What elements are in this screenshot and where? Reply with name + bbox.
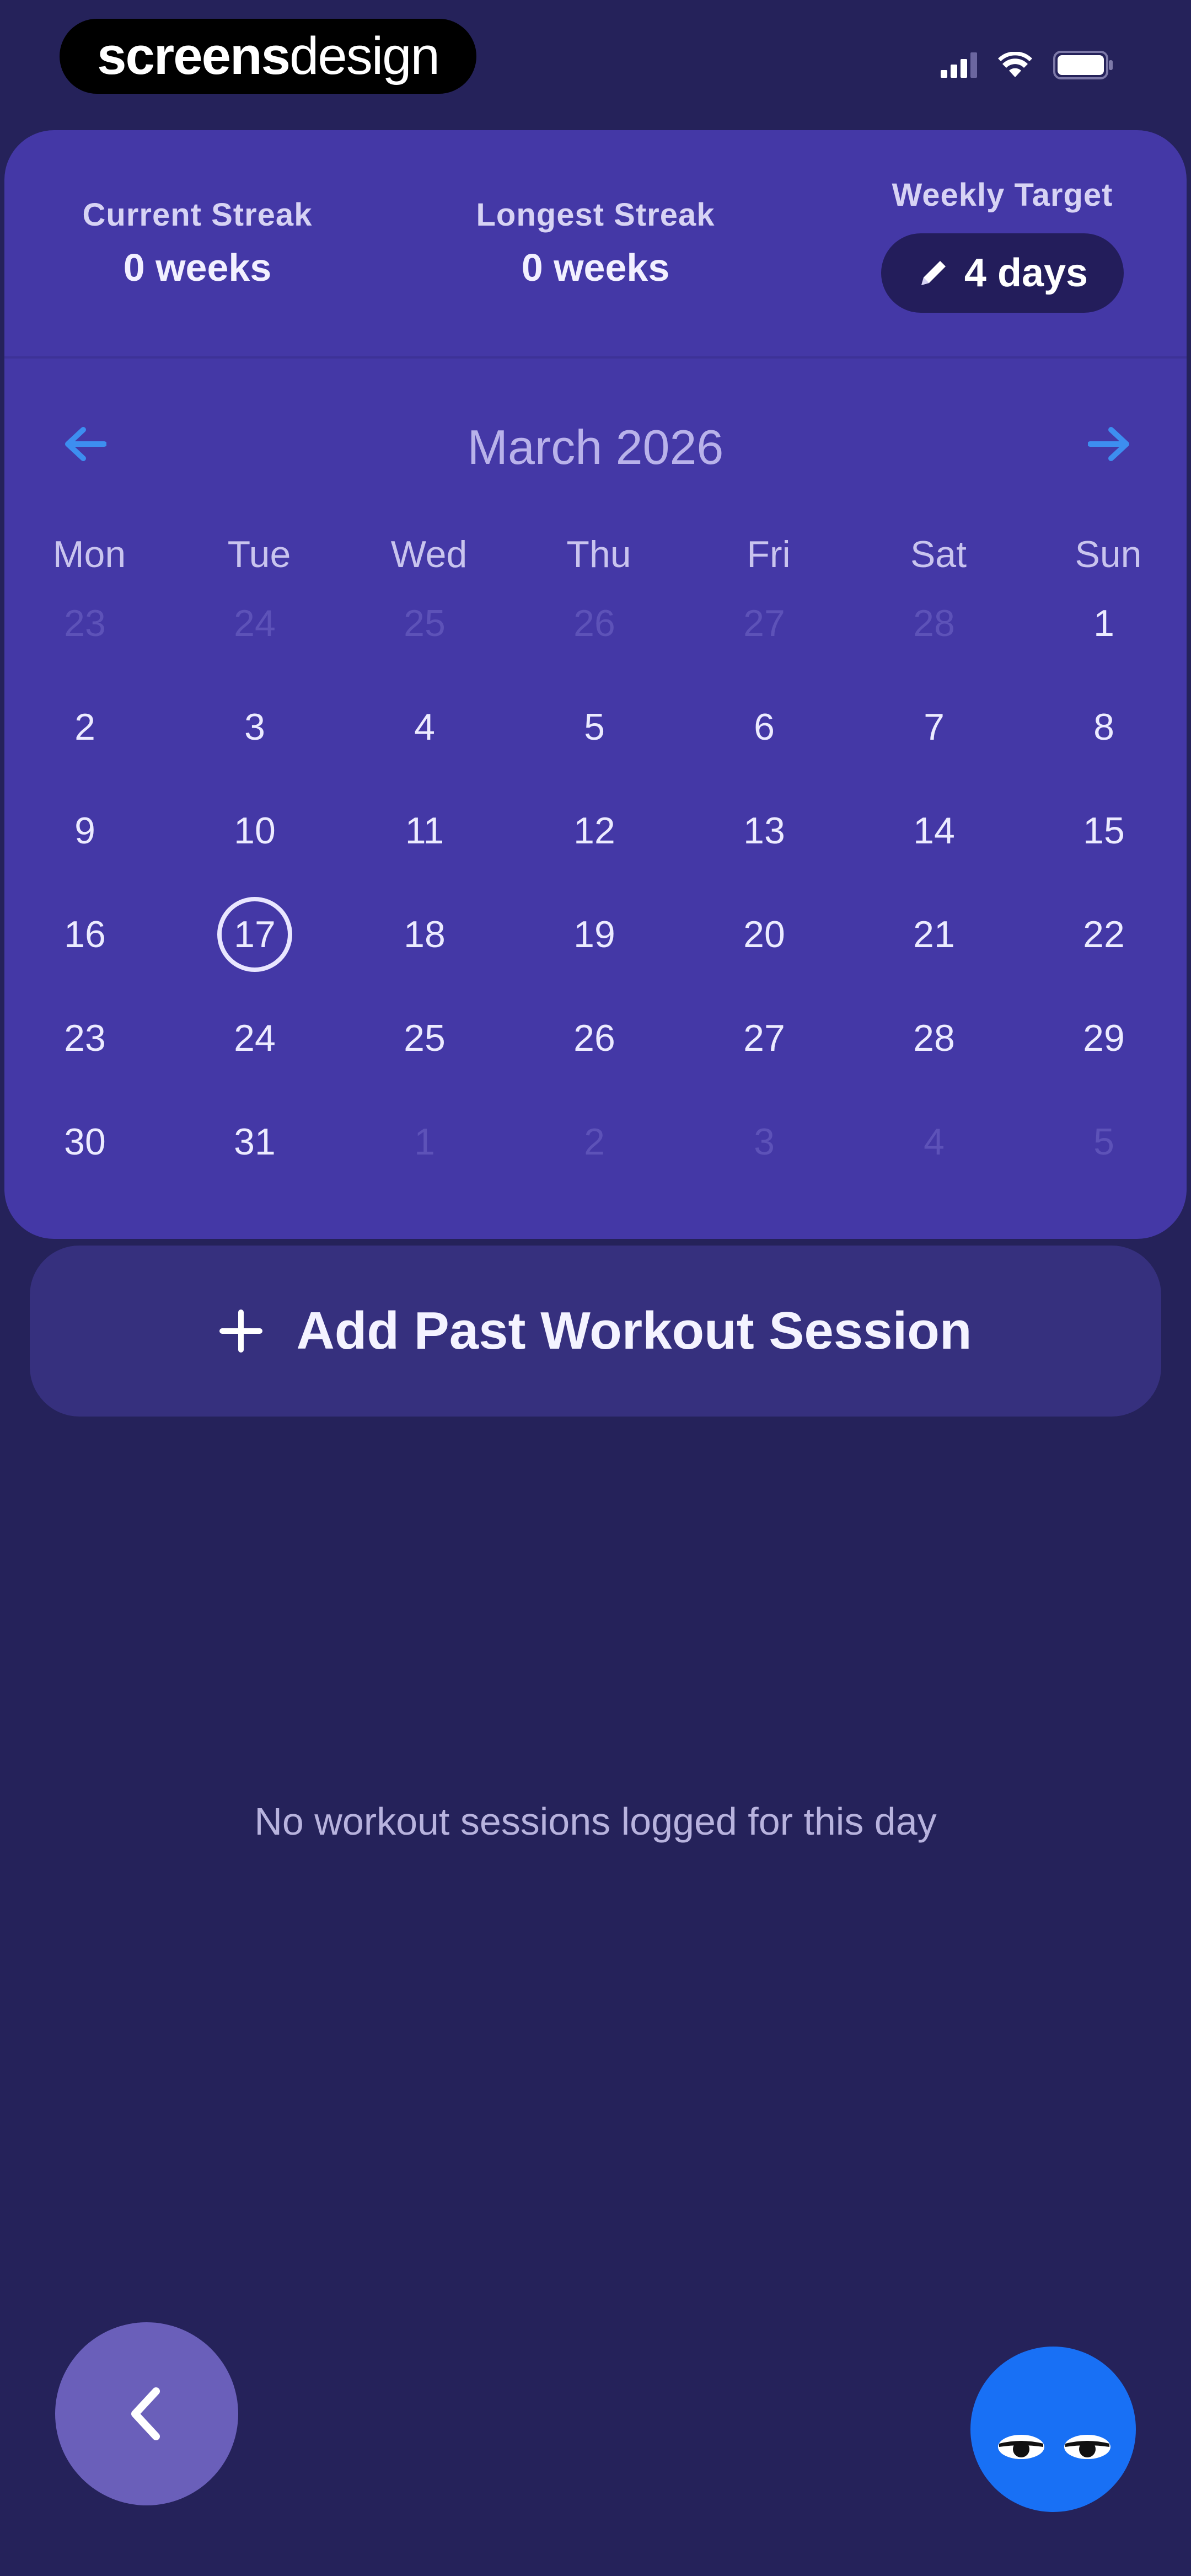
weekday-tue: Tue [227,533,291,575]
weekday-fri: Fri [747,533,791,575]
weekly-target-value: 4 days [964,251,1088,295]
calendar-day-next-month[interactable]: 3 [720,1098,808,1186]
month-title: March 2026 [467,420,724,474]
calendar-day-next-month[interactable]: 5 [1060,1098,1148,1186]
calendar-day[interactable]: 30 [41,1098,129,1186]
cellular-signal-icon [941,52,977,78]
status-bar: screens design [0,0,1191,110]
calendar-day[interactable]: 2 [41,683,129,771]
weekly-target-button[interactable]: 4 days [881,233,1124,313]
calendar-day[interactable]: 28 [890,994,978,1082]
calendar-day[interactable]: 11 [380,787,469,875]
calendar-day-prev-month[interactable]: 26 [550,579,639,667]
calendar-day[interactable]: 12 [550,787,639,875]
calendar-day[interactable]: 4 [380,683,469,771]
calendar-day[interactable]: 1 [1060,579,1148,667]
calendar-day[interactable]: 31 [211,1098,299,1186]
mascot-eyes-icon [998,2435,1110,2459]
add-past-workout-label: Add Past Workout Session [296,1301,972,1360]
calendar-day[interactable]: 7 [890,683,978,771]
calendar-day[interactable]: 29 [1060,994,1148,1082]
calendar-day[interactable]: 16 [41,890,129,979]
current-streak: Current Streak 0 weeks [37,196,357,290]
calendar-day[interactable]: 23 [41,994,129,1082]
calendar-day[interactable]: 3 [211,683,299,771]
wifi-icon [998,52,1032,77]
calendar-day[interactable]: 5 [550,683,639,771]
calendar-day[interactable]: 19 [550,890,639,979]
chevron-left-icon [131,2387,160,2440]
arrow-right-icon [1088,427,1129,461]
current-streak-value: 0 weeks [123,246,272,289]
current-streak-label: Current Streak [82,197,313,233]
battery-icon [1053,51,1113,79]
calendar-day[interactable]: 13 [720,787,808,875]
calendar-day[interactable]: 18 [380,890,469,979]
longest-streak: Longest Streak 0 weeks [436,196,755,290]
brand-logo: screens design [60,19,476,94]
calendar-day[interactable]: 24 [211,994,299,1082]
weekday-thu: Thu [566,533,631,575]
weekly-target: Weekly Target 4 days [831,177,1173,313]
streak-calendar-card: Current Streak 0 weeks Longest Streak 0 … [4,130,1187,1239]
weekly-target-label: Weekly Target [892,177,1113,213]
brand-logo-bold: screens [97,26,291,85]
calendar-day-prev-month[interactable]: 28 [890,579,978,667]
calendar-day-next-month[interactable]: 1 [380,1098,469,1186]
calendar-day[interactable]: 27 [720,994,808,1082]
calendar-day-today[interactable]: 17 [217,897,292,972]
calendar-day-next-month[interactable]: 4 [890,1098,978,1186]
calendar-day[interactable]: 20 [720,890,808,979]
streak-stats-row: Current Streak 0 weeks Longest Streak 0 … [4,130,1187,356]
month-navigation: March 2026 [4,386,1187,502]
calendar-day-prev-month[interactable]: 27 [720,579,808,667]
mascot-assistant-button[interactable] [970,2347,1136,2512]
weekday-mon: Mon [52,533,126,575]
calendar-day[interactable]: 6 [720,683,808,771]
status-icons [941,51,1114,79]
calendar-day[interactable]: 21 [890,890,978,979]
calendar-day-prev-month[interactable]: 23 [41,579,129,667]
calendar-day[interactable]: 22 [1060,890,1148,979]
calendar-day[interactable]: 15 [1060,787,1148,875]
calendar-day[interactable]: 14 [890,787,978,875]
calendar-day-prev-month[interactable]: 24 [211,579,299,667]
weekday-wed: Wed [390,533,468,575]
calendar-day[interactable]: 9 [41,787,129,875]
pencil-icon [921,261,946,285]
stats-divider [4,356,1187,359]
weekday-sun: Sun [1075,533,1142,575]
weekday-sat: Sat [910,533,967,575]
plus-icon [219,1310,263,1353]
longest-streak-value: 0 weeks [521,246,670,289]
brand-logo-light: design [289,26,440,85]
calendar-day-prev-month[interactable]: 25 [380,579,469,667]
next-month-button[interactable] [1085,419,1135,469]
calendar-day[interactable]: 25 [380,994,469,1082]
add-past-workout-button[interactable]: Add Past Workout Session [30,1246,1161,1417]
calendar-day-next-month[interactable]: 2 [550,1098,639,1186]
longest-streak-label: Longest Streak [476,197,715,233]
calendar-day[interactable]: 26 [550,994,639,1082]
calendar-day[interactable]: 8 [1060,683,1148,771]
calendar-day[interactable]: 10 [211,787,299,875]
back-button[interactable] [55,2322,238,2505]
empty-state-message: No workout sessions logged for this day [254,1800,937,1843]
